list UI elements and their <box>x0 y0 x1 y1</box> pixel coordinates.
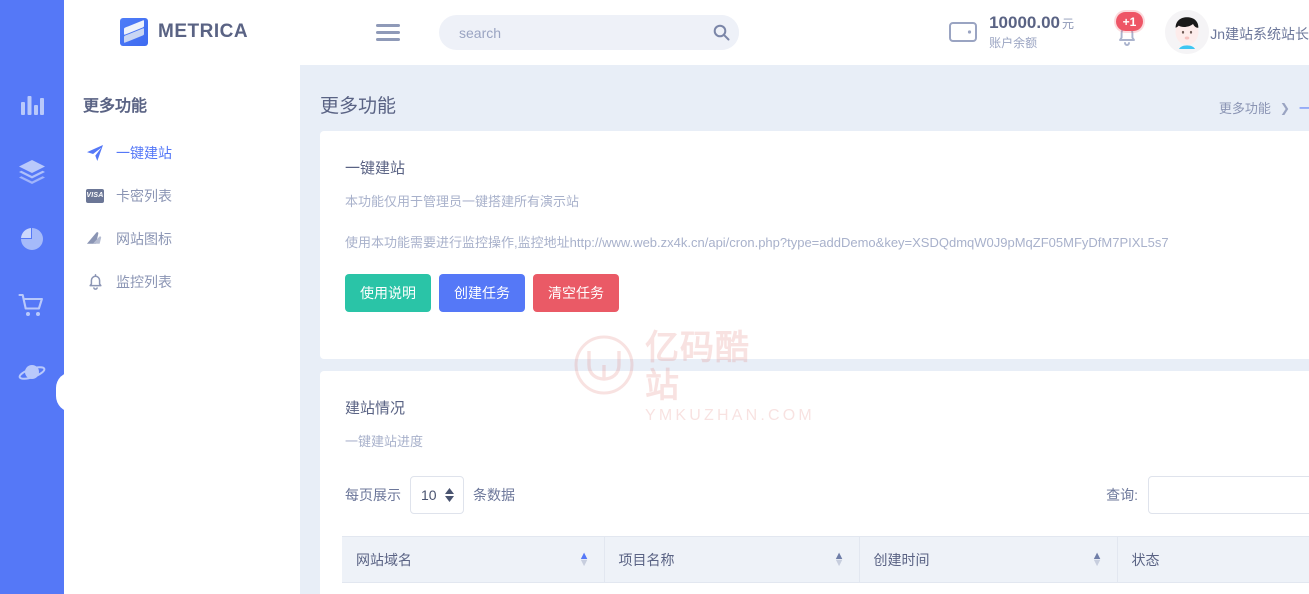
brand-logo[interactable]: METRICA <box>120 18 248 46</box>
sort-updown-icon: ▲▼ <box>579 553 590 567</box>
per-page-suffix-label: 条数据 <box>473 485 515 505</box>
column-header-created-at[interactable]: 创建时间 ▲▼ <box>859 537 1117 583</box>
site-table: 网站域名 ▲▼ 项目名称 ▲▼ 创建时间 <box>342 536 1309 583</box>
search-input[interactable] <box>439 25 704 41</box>
user-avatar[interactable] <box>1165 10 1209 54</box>
column-label: 创建时间 <box>874 550 930 570</box>
instructions-button[interactable]: 使用说明 <box>345 274 431 312</box>
sidebar: 更多功能 一键建站 VISA 卡密列表 网站图标 <box>64 65 300 594</box>
wallet-text: 10000.00元 账户余额 <box>989 12 1074 51</box>
rail-notch <box>56 372 72 412</box>
table-head: 网站域名 ▲▼ 项目名称 ▲▼ 创建时间 <box>342 537 1309 583</box>
sidebar-item-site-icon[interactable]: 网站图标 <box>64 217 300 260</box>
sidebar-item-label: 监控列表 <box>116 272 172 292</box>
bar-chart-icon[interactable] <box>17 90 47 120</box>
top-bar: METRICA 10000.00元 账户余额 +1 <box>64 0 1309 65</box>
username-label[interactable]: Jn建站系统站长 <box>1210 24 1309 44</box>
column-header-domain[interactable]: 网站域名 ▲▼ <box>342 537 604 583</box>
create-task-button[interactable]: 创建任务 <box>439 274 525 312</box>
chevron-right-icon: ❯ <box>1280 101 1290 115</box>
notification-button[interactable]: +1 <box>1110 15 1144 51</box>
brand-name: METRICA <box>158 21 248 43</box>
planet-icon[interactable] <box>17 358 47 388</box>
card-one-monitor-url: 使用本功能需要进行监控操作,监控地址http://www.web.zx4k.cn… <box>320 210 1309 251</box>
card-two-subtitle: 一键建站进度 <box>320 418 1309 450</box>
icon-rail <box>0 0 64 594</box>
sidebar-item-label: 网站图标 <box>116 229 172 249</box>
sidebar-item-label: 一键建站 <box>116 143 172 163</box>
sidebar-list: 一键建站 VISA 卡密列表 网站图标 <box>64 131 300 303</box>
card-one-title: 一键建站 <box>320 131 1309 178</box>
column-header-project[interactable]: 项目名称 ▲▼ <box>604 537 859 583</box>
per-page-select-wrap: 10 25 50 100 <box>410 476 464 514</box>
card-two-title: 建站情况 <box>320 371 1309 418</box>
card-one-actions: 使用说明 创建任务 清空任务 <box>320 251 1309 312</box>
page-header: 更多功能 更多功能 ❯ 一键建站 <box>300 65 1309 131</box>
laptop-logo-icon <box>120 18 148 46</box>
app-root: METRICA 10000.00元 账户余额 +1 <box>0 0 1309 594</box>
send-arrow-icon <box>86 144 104 162</box>
pie-chart-icon[interactable] <box>17 224 47 254</box>
sidebar-item-monitor-list[interactable]: 监控列表 <box>64 260 300 303</box>
sort-updown-icon: ▲▼ <box>1092 553 1103 567</box>
table-controls: 每页展示 10 25 50 100 条数据 <box>320 450 1309 514</box>
sort-updown-icon: ▲▼ <box>834 553 845 567</box>
site-status-card: 建站情况 一键建站进度 每页展示 10 25 50 100 <box>320 371 1309 594</box>
page-title: 更多功能 <box>320 91 396 118</box>
one-click-site-card: 一键建站 本功能仅用于管理员一键搭建所有演示站 使用本功能需要进行监控操作,监控… <box>320 131 1309 359</box>
notification-badge: +1 <box>1116 12 1143 31</box>
table-query: 查询: <box>1106 476 1309 514</box>
search-box <box>439 15 739 50</box>
mountain-icon <box>86 230 104 248</box>
column-header-status[interactable]: 状态 ▲▼ <box>1117 537 1309 583</box>
shopping-cart-icon[interactable] <box>17 291 47 321</box>
breadcrumb-current: 一键建站 <box>1299 98 1309 117</box>
hamburger-menu-icon[interactable] <box>376 21 400 43</box>
per-page-select[interactable]: 10 25 50 100 <box>411 477 463 513</box>
icon-rail-list <box>0 90 64 388</box>
column-label: 项目名称 <box>619 550 675 570</box>
bell-outline-icon <box>86 273 104 291</box>
per-page-prefix-label: 每页展示 <box>345 485 401 505</box>
main-content: 更多功能 更多功能 ❯ 一键建站 一键建站 本功能仅用于管理员一键搭建所有演示站… <box>300 65 1309 594</box>
column-label: 状态 <box>1132 550 1160 570</box>
table-header-row: 网站域名 ▲▼ 项目名称 ▲▼ 创建时间 <box>342 537 1309 583</box>
query-input[interactable] <box>1148 476 1309 514</box>
card-one-subtitle: 本功能仅用于管理员一键搭建所有演示站 <box>320 178 1309 210</box>
layers-icon[interactable] <box>17 157 47 187</box>
wallet-label: 账户余额 <box>989 35 1074 51</box>
wallet-unit: 元 <box>1062 17 1074 31</box>
per-page-control: 每页展示 10 25 50 100 条数据 <box>345 476 515 514</box>
breadcrumb-parent[interactable]: 更多功能 <box>1219 98 1271 117</box>
search-icon[interactable] <box>704 15 739 50</box>
column-label: 网站域名 <box>356 550 412 570</box>
sidebar-item-card-list[interactable]: VISA 卡密列表 <box>64 174 300 217</box>
wallet-balance[interactable]: 10000.00元 账户余额 <box>948 12 1074 51</box>
sidebar-item-label: 卡密列表 <box>116 186 172 206</box>
visa-card-icon: VISA <box>86 187 104 205</box>
clear-task-button[interactable]: 清空任务 <box>533 274 619 312</box>
sidebar-title: 更多功能 <box>83 92 147 116</box>
query-label: 查询: <box>1106 485 1138 505</box>
breadcrumb: 更多功能 ❯ 一键建站 <box>1219 98 1309 117</box>
wallet-icon <box>948 19 978 45</box>
wallet-amount: 10000.00 <box>989 13 1060 32</box>
sidebar-item-one-click-site[interactable]: 一键建站 <box>64 131 300 174</box>
